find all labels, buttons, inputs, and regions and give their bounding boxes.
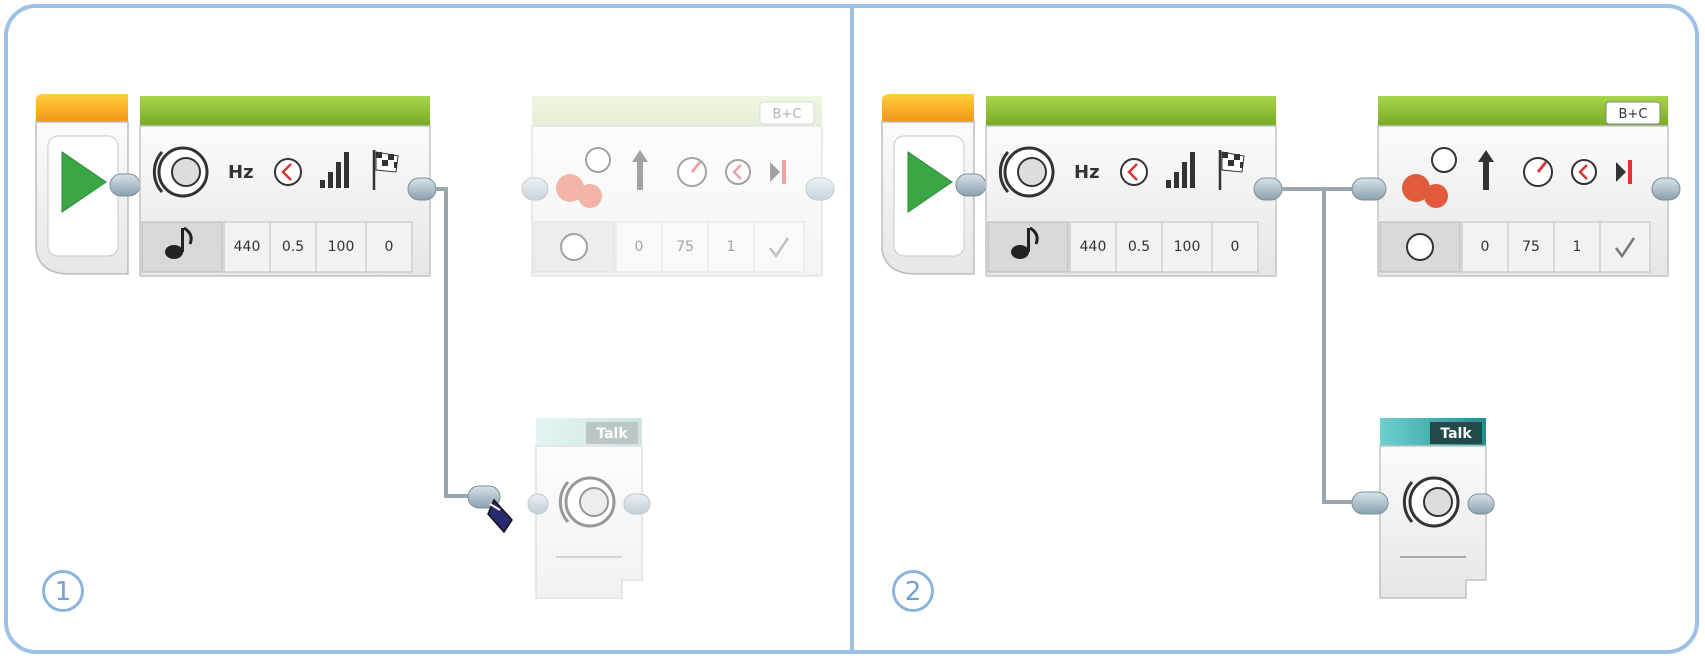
param-steering[interactable]: 0 (1481, 239, 1490, 255)
drag-cursor-icon (487, 498, 513, 534)
param-power[interactable]: 75 (676, 239, 694, 255)
sound-params: 440 0.5 100 0 (1069, 221, 1259, 273)
param-volume[interactable]: 100 (328, 239, 355, 255)
timer-icon (1571, 159, 1597, 185)
sound-block[interactable]: Hz 440 0.5 100 0 (985, 96, 1277, 277)
sequence-wire (436, 187, 476, 498)
param-rotations[interactable]: 1 (1573, 239, 1582, 255)
panel-2: Hz 440 0.5 100 0 B+C 0 75 1 Talk (881, 94, 1681, 599)
hz-label: Hz (228, 162, 254, 183)
rotations-icon (560, 233, 588, 261)
talk-title: Talk (596, 426, 628, 442)
timer-icon (725, 159, 751, 185)
timer-icon (1120, 158, 1148, 186)
param-volume[interactable]: 100 (1174, 239, 1201, 255)
param-duration[interactable]: 0.5 (1128, 239, 1150, 255)
speedometer-icon (677, 157, 707, 187)
hz-label: Hz (1074, 162, 1100, 183)
panel-1: Hz 440 0.5 100 0 B+C 0 75 1 Talk (35, 94, 835, 599)
param-duration[interactable]: 0.5 (282, 239, 304, 255)
start-output-plug (955, 173, 987, 197)
start-output-plug (109, 173, 141, 197)
diagram-canvas: Hz 440 0.5 100 0 B+C 0 75 1 Talk Hz 440 … (35, 94, 1681, 599)
sound-params: 440 0.5 100 0 (223, 221, 413, 273)
step-number-1: 1 (42, 570, 84, 612)
step-number-2: 2 (892, 570, 934, 612)
timer-icon (274, 158, 302, 186)
talk-block-ghost[interactable]: Talk (527, 418, 651, 599)
sound-block[interactable]: Hz 440 0.5 100 0 (139, 96, 431, 277)
param-power[interactable]: 75 (1522, 239, 1540, 255)
talk-title: Talk (1440, 426, 1472, 442)
param-steering[interactable]: 0 (635, 239, 644, 255)
ports-label[interactable]: B+C (1619, 107, 1648, 122)
param-rotations[interactable]: 1 (727, 239, 736, 255)
param-frequency[interactable]: 440 (234, 239, 261, 255)
ports-label[interactable]: B+C (773, 107, 802, 122)
param-play-type[interactable]: 0 (385, 239, 394, 255)
sound-output-plug (1253, 177, 1283, 201)
rotations-icon (1406, 233, 1434, 261)
branch-wire (1322, 189, 1354, 504)
param-play-type[interactable]: 0 (1231, 239, 1240, 255)
param-frequency[interactable]: 440 (1080, 239, 1107, 255)
move-steering-block[interactable]: B+C 0 75 1 (1351, 96, 1681, 277)
sound-output-plug (407, 177, 437, 201)
talk-block[interactable]: Talk (1351, 418, 1495, 599)
move-steering-block-ghost[interactable]: B+C 0 75 1 (521, 96, 835, 277)
speedometer-icon (1523, 157, 1553, 187)
